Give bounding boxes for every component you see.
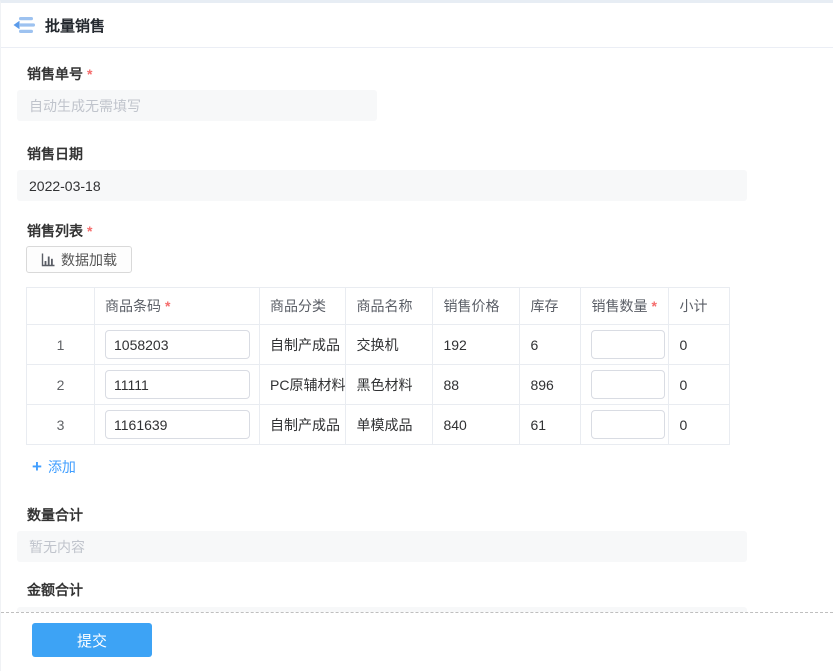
subtotal-cell: 0 [668,324,731,365]
barcode-input[interactable] [105,330,250,359]
col-name: 商品名称 [345,287,434,325]
add-row-button[interactable]: + 添加 [32,457,76,477]
sale-date-label: 销售日期 [27,146,83,162]
stock-cell: 896 [519,364,582,405]
order-no-input[interactable] [17,90,377,121]
required-mark: * [87,223,93,239]
col-quantity: 销售数量 * [580,287,670,325]
bar-chart-icon [41,253,55,266]
price-cell: 192 [432,324,521,365]
category-cell: PC原辅材料 [258,364,347,405]
required-mark: * [87,66,93,82]
col-index [26,287,95,325]
name-cell: 单模成品 [345,404,434,445]
col-subtotal: 小计 [668,287,731,325]
form-area: 销售单号* 销售日期 销售列表* 数据加载 商品条码* 商品分类 商品名称 销售… [1,48,833,612]
name-cell: 黑色材料 [345,364,434,405]
price-cell: 88 [432,364,521,405]
quantity-input[interactable] [591,410,666,439]
page-title: 批量销售 [45,17,106,35]
sale-date-input[interactable] [17,170,747,201]
order-no-label: 销售单号 * [27,66,93,82]
quantity-input[interactable] [591,370,666,399]
quantity-input[interactable] [591,330,666,359]
plus-icon: + [32,457,42,476]
add-row-label: 添加 [47,459,76,475]
data-load-label: 数据加载 [61,251,117,268]
submit-button[interactable]: 提交 [32,623,152,657]
row-index: 3 [26,404,95,445]
required-mark: * [651,298,657,314]
quantity-total-input[interactable] [17,531,747,562]
stock-cell: 6 [519,324,582,365]
category-cell: 自制产成品 [258,324,347,365]
sale-list-table: 商品条码* 商品分类 商品名称 销售价格 库存 销售数量* 小计 1 自制产成品… [26,287,731,445]
table-row: 2 PC原辅材料 黑色材料 88 896 0 [26,364,731,405]
category-cell: 自制产成品 [258,404,347,445]
page-header: 批量销售 [1,3,833,48]
barcode-input[interactable] [105,410,250,439]
subtotal-cell: 0 [668,404,731,445]
quantity-total-label: 数量合计 [27,507,83,523]
row-index: 2 [26,364,95,405]
barcode-input[interactable] [105,370,250,399]
amount-total-label: 金额合计 [27,582,83,598]
data-load-button[interactable]: 数据加载 [26,246,132,273]
footer-bar: 提交 [1,612,833,671]
subtotal-cell: 0 [668,364,731,405]
row-index: 1 [26,324,95,365]
table-header-row: 商品条码 * 商品分类 商品名称 销售价格 库存 销售数量 * 小计 [26,287,731,325]
stock-cell: 61 [519,404,582,445]
table-row: 1 自制产成品 交换机 192 6 0 [26,324,731,365]
name-cell: 交换机 [345,324,434,365]
back-to-list-icon[interactable] [13,16,35,34]
price-cell: 840 [432,404,521,445]
col-stock: 库存 [519,287,582,325]
sale-list-label: 销售列表 * [27,223,93,239]
col-price: 销售价格 [432,287,521,325]
col-barcode: 商品条码 * [94,287,260,325]
required-mark: * [165,298,171,314]
table-row: 3 自制产成品 单模成品 840 61 0 [26,404,731,445]
col-category: 商品分类 [258,287,347,325]
